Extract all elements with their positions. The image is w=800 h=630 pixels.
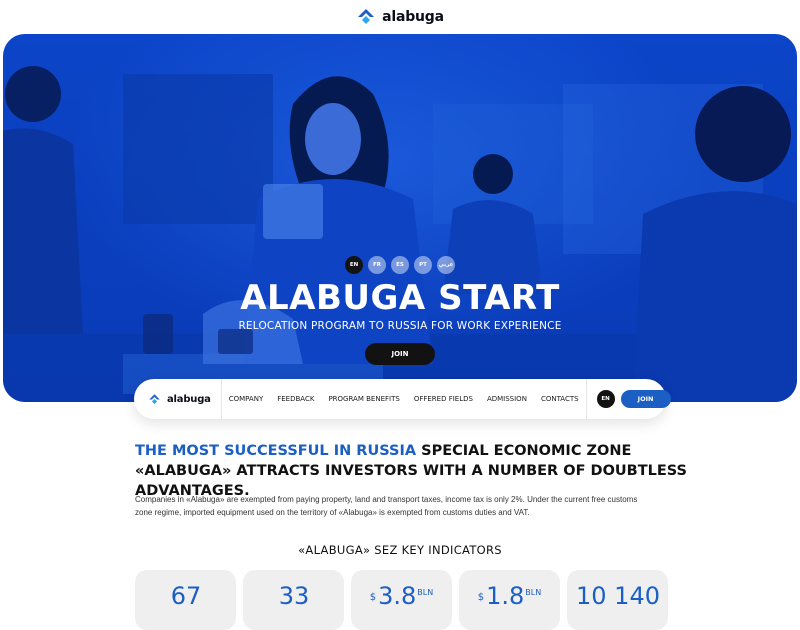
indicator-value-wrap: 10 140 [567, 582, 668, 610]
hero-join-button[interactable]: JOIN [365, 343, 435, 365]
lang-en[interactable]: EN [345, 256, 363, 274]
indicator-value-wrap: $3.8BLN [351, 582, 452, 610]
lang-es[interactable]: ES [391, 256, 409, 274]
nav-link-offered-fields[interactable]: OFFERED FIELDS [407, 395, 480, 403]
indicator-value: 67 [170, 582, 202, 610]
indicator-currency: $ [369, 591, 377, 603]
nav-link-program-benefits[interactable]: PROGRAM BENEFITS [321, 395, 406, 403]
alabuga-logo-icon [148, 393, 161, 406]
lang-pt[interactable]: PT [414, 256, 432, 274]
hero-title: ALABUGA START [240, 278, 560, 318]
brand-name: alabuga [382, 9, 444, 25]
nav-logo[interactable]: alabuga [134, 379, 222, 419]
lang-fr[interactable]: FR [368, 256, 386, 274]
nav-join-button[interactable]: JOIN [620, 390, 671, 408]
hero-subtitle: RELOCATION PROGRAM TO RUSSIA FOR WORK EX… [238, 320, 562, 332]
indicator-card: $3.8BLN [351, 570, 452, 630]
intro-description: Companies in «Alabuga» are exempted from… [135, 495, 638, 517]
indicator-value-wrap: 33 [243, 582, 344, 610]
nav-brand-name: alabuga [167, 393, 211, 405]
nav-actions: EN JOIN [585, 379, 683, 419]
indicator-value: 1.8 [486, 582, 525, 610]
nav-link-feedback[interactable]: FEEDBACK [270, 395, 321, 403]
nav-link-admission[interactable]: ADMISSION [480, 395, 534, 403]
top-header: alabuga [0, 0, 800, 34]
indicator-card: 10 140 [567, 570, 668, 630]
indicator-card: 33 [243, 570, 344, 630]
indicator-currency: $ [477, 591, 485, 603]
top-logo[interactable]: alabuga [356, 7, 444, 27]
nav-language-button[interactable]: EN [596, 390, 615, 408]
indicator-cards: 67 33 $3.8BLN $1.8BLN 10 140 [135, 570, 668, 630]
indicator-value: 33 [278, 582, 310, 610]
indicator-value: 3.8 [378, 582, 417, 610]
indicator-value-wrap: $1.8BLN [459, 582, 560, 610]
headline-highlight: THE MOST SUCCESSFUL IN RUSSIA [135, 443, 417, 459]
hero-language-switcher: EN FR ES PT عربي [3, 256, 797, 274]
main-navbar: alabuga COMPANY FEEDBACK PROGRAM BENEFIT… [134, 379, 671, 419]
indicator-value: 10 140 [576, 582, 660, 610]
indicators-title: «ALABUGA» SEZ KEY INDICATORS [298, 543, 502, 557]
indicator-card: $1.8BLN [459, 570, 560, 630]
nav-link-contacts[interactable]: CONTACTS [534, 395, 586, 403]
intro-headline: THE MOST SUCCESSFUL IN RUSSIA SPECIAL EC… [135, 441, 695, 501]
nav-links: COMPANY FEEDBACK PROGRAM BENEFITS OFFERE… [222, 379, 586, 419]
indicator-card: 67 [135, 570, 236, 630]
indicator-value-wrap: 67 [135, 582, 236, 610]
hero-banner: EN FR ES PT عربي ALABUGA START RELOCATIO… [3, 34, 797, 402]
alabuga-logo-icon [356, 7, 376, 27]
nav-link-company[interactable]: COMPANY [222, 395, 271, 403]
lang-ar[interactable]: عربي [437, 256, 455, 274]
indicator-unit: BLN [417, 588, 434, 597]
indicator-unit: BLN [525, 588, 542, 597]
